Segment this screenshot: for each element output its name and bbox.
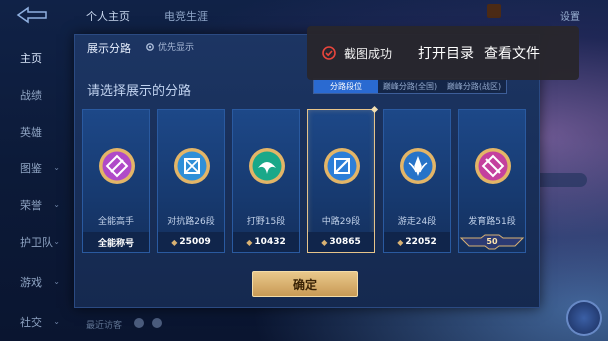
card-label: 全能高手 <box>97 217 134 227</box>
sidebar-item-label: 图鉴 <box>20 162 42 175</box>
card-score: 30865 <box>329 237 361 247</box>
roam-icon <box>398 146 438 186</box>
mail-icon[interactable] <box>487 4 501 18</box>
visitor-avatar[interactable] <box>152 318 162 328</box>
route-card-roam[interactable]: 游走24段 ◆ 22052 <box>383 109 451 253</box>
background-round-button[interactable] <box>566 300 602 336</box>
sidebar-item-label: 游戏 <box>20 276 42 289</box>
segment-route-rank[interactable]: 分路段位 <box>314 79 378 93</box>
sidebar-item-home[interactable]: 主页 <box>0 44 62 72</box>
sidebar-item-codex[interactable]: 图鉴 ⌄ <box>0 154 62 182</box>
card-score-bar: ◆ 22052 <box>384 232 450 252</box>
card-label: 对抗路26段 <box>167 217 215 227</box>
screenshot-toast: 截图成功 打开目录 查看文件 <box>307 26 579 80</box>
sidebar-item-honor[interactable]: 荣誉 ⌄ <box>0 191 62 219</box>
card-score: 22052 <box>405 237 437 247</box>
open-directory-link[interactable]: 打开目录 <box>418 43 474 63</box>
priority-display-label: 优先显示 <box>158 43 195 53</box>
chevron-down-icon: ⌄ <box>53 200 60 209</box>
top-tabs: 个人主页 电竞生涯 <box>86 8 208 24</box>
rank-chevron-icon: ◆ <box>246 237 253 247</box>
selected-indicator <box>370 105 379 114</box>
route-card-clash-lane[interactable]: 对抗路26段 ◆ 25009 <box>157 109 225 253</box>
tab-profile[interactable]: 个人主页 <box>86 8 130 24</box>
rank-badge: 50 <box>459 234 525 250</box>
card-label: 打野15段 <box>246 217 286 227</box>
rank-chevron-icon: ◆ <box>397 237 404 247</box>
card-score: 25009 <box>179 237 211 247</box>
priority-display-button[interactable]: 优先显示 <box>145 40 194 53</box>
sidebar-item-games[interactable]: 游戏 ⌄ <box>0 268 62 296</box>
visitor-avatar[interactable] <box>134 318 144 328</box>
route-card-jungle[interactable]: 打野15段 ◆ 10432 <box>232 109 300 253</box>
card-score: 10432 <box>254 237 286 247</box>
dialog-title: 展示分路 <box>87 42 131 55</box>
chevron-down-icon: ⌄ <box>53 163 60 172</box>
view-file-link[interactable]: 查看文件 <box>484 43 540 63</box>
chevron-down-icon: ⌄ <box>53 237 60 246</box>
sidebar-item-label: 英雄 <box>20 126 42 139</box>
allround-icon <box>97 146 137 186</box>
back-arrow-icon <box>16 6 47 24</box>
rank-chevron-icon: ◆ <box>321 237 328 247</box>
route-type-segmented-control: 分路段位 巅峰分路(全国) 巅峰分路(战区) <box>313 78 507 94</box>
sidebar-item-social[interactable]: 社交 ⌄ <box>0 308 62 336</box>
section-title: 请选择展示的分路 <box>87 84 192 99</box>
rank-badge-number: 50 <box>486 237 498 246</box>
toast-message: 截图成功 <box>344 46 393 61</box>
recent-visitors-label: 最近访客 <box>86 321 123 331</box>
settings-link[interactable]: 设置 <box>560 8 580 23</box>
route-card-mid-lane[interactable]: 中路29段 ◆ 30865 <box>307 105 379 253</box>
sidebar-item-label: 主页 <box>20 52 42 65</box>
check-circle-icon <box>322 46 336 60</box>
sidebar-item-guard-team[interactable]: 护卫队 ⌄ <box>0 228 62 256</box>
rank-chevron-icon: ◆ <box>171 237 178 247</box>
mid-lane-icon <box>322 146 362 186</box>
sidebar-item-label: 战绩 <box>20 89 42 102</box>
card-score-bar: ◆ 30865 <box>308 232 374 252</box>
route-card-farm-lane[interactable]: 发育路51段 50 <box>458 109 526 253</box>
card-label: 发育路51段 <box>468 217 516 227</box>
sidebar-item-label: 护卫队 <box>20 236 53 249</box>
card-bottom-text: 全能称号 <box>97 238 134 249</box>
card-label: 游走24段 <box>397 217 437 227</box>
sidebar: 主页 战绩 英雄 图鉴 ⌄ 荣誉 ⌄ 护卫队 ⌄ 游戏 ⌄ 社交 ⌄ <box>0 40 62 341</box>
card-title-bar: 全能称号 <box>83 232 149 252</box>
route-card-allround[interactable]: 全能高手 全能称号 <box>82 109 150 253</box>
segment-peak-region[interactable]: 巅峰分路(战区) <box>442 79 506 93</box>
tab-esports-career[interactable]: 电竞生涯 <box>164 8 208 24</box>
card-score-bar: ◆ 25009 <box>158 232 224 252</box>
sidebar-item-record[interactable]: 战绩 <box>0 81 62 109</box>
card-label: 中路29段 <box>321 217 361 227</box>
sidebar-item-label: 荣誉 <box>20 199 42 212</box>
farm-lane-icon <box>473 146 513 186</box>
confirm-button[interactable]: 确定 <box>252 271 358 297</box>
back-button[interactable] <box>12 6 52 24</box>
gear-icon <box>146 42 154 51</box>
card-score-bar: ◆ 10432 <box>233 232 299 252</box>
chevron-down-icon: ⌄ <box>53 277 60 286</box>
jungle-icon <box>247 146 287 186</box>
segment-peak-national[interactable]: 巅峰分路(全国) <box>378 79 442 93</box>
sidebar-item-heroes[interactable]: 英雄 <box>0 118 62 146</box>
chevron-down-icon: ⌄ <box>53 317 60 326</box>
clash-lane-icon <box>172 146 212 186</box>
background-badge <box>533 173 587 187</box>
sidebar-item-label: 社交 <box>20 316 42 329</box>
route-cards: 全能高手 全能称号 对抗路26段 ◆ 25009 打野15段 ◆ 10432 中… <box>82 105 534 254</box>
